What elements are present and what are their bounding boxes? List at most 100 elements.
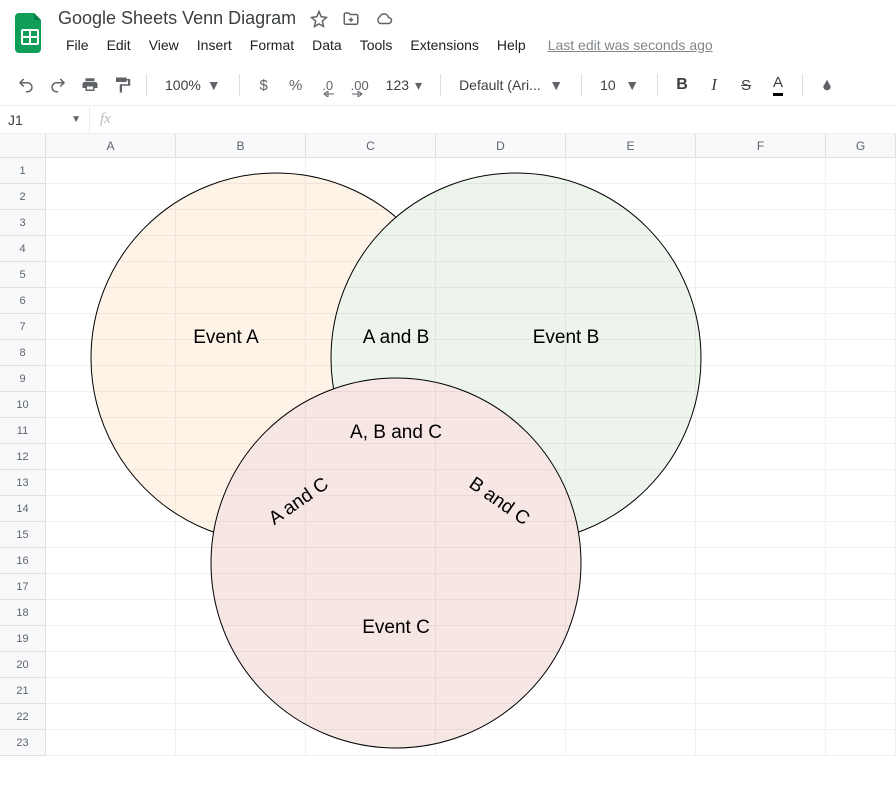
cell[interactable] bbox=[46, 340, 176, 366]
cell[interactable] bbox=[826, 288, 896, 314]
cell[interactable] bbox=[46, 262, 176, 288]
cell-grid[interactable] bbox=[46, 158, 896, 756]
font-select[interactable]: Default (Ari...▼ bbox=[451, 71, 571, 99]
cell[interactable] bbox=[826, 730, 896, 756]
row-header[interactable]: 19 bbox=[0, 626, 46, 652]
cell[interactable] bbox=[436, 496, 566, 522]
cell[interactable] bbox=[566, 626, 696, 652]
cell[interactable] bbox=[306, 626, 436, 652]
cell[interactable] bbox=[306, 210, 436, 236]
cell[interactable] bbox=[826, 600, 896, 626]
row-header[interactable]: 4 bbox=[0, 236, 46, 262]
row-header[interactable]: 22 bbox=[0, 704, 46, 730]
cell[interactable] bbox=[566, 210, 696, 236]
cell[interactable] bbox=[176, 626, 306, 652]
cell[interactable] bbox=[176, 548, 306, 574]
cell[interactable] bbox=[306, 704, 436, 730]
cell[interactable] bbox=[46, 392, 176, 418]
row-header[interactable]: 23 bbox=[0, 730, 46, 756]
cell[interactable] bbox=[46, 678, 176, 704]
cell[interactable] bbox=[826, 548, 896, 574]
cell[interactable] bbox=[176, 652, 306, 678]
cell[interactable] bbox=[566, 704, 696, 730]
cell[interactable] bbox=[306, 600, 436, 626]
cell[interactable] bbox=[696, 288, 826, 314]
increase-decimal-button[interactable]: .00 bbox=[346, 71, 374, 99]
cell[interactable] bbox=[436, 626, 566, 652]
column-header[interactable]: A bbox=[46, 134, 176, 158]
column-header[interactable]: G bbox=[826, 134, 896, 158]
cell[interactable] bbox=[306, 184, 436, 210]
cell[interactable] bbox=[826, 158, 896, 184]
cell[interactable] bbox=[46, 496, 176, 522]
row-header[interactable]: 1 bbox=[0, 158, 46, 184]
font-size-select[interactable]: 10▼ bbox=[592, 71, 647, 99]
row-header[interactable]: 2 bbox=[0, 184, 46, 210]
cell[interactable] bbox=[306, 158, 436, 184]
cell[interactable] bbox=[826, 496, 896, 522]
formula-bar[interactable]: fx bbox=[90, 111, 121, 128]
redo-button[interactable] bbox=[44, 71, 72, 99]
cell[interactable] bbox=[306, 444, 436, 470]
cell[interactable] bbox=[826, 470, 896, 496]
cell[interactable] bbox=[826, 678, 896, 704]
cell[interactable] bbox=[306, 652, 436, 678]
row-header[interactable]: 6 bbox=[0, 288, 46, 314]
cell[interactable] bbox=[306, 418, 436, 444]
cell[interactable] bbox=[436, 314, 566, 340]
document-title[interactable]: Google Sheets Venn Diagram bbox=[58, 8, 296, 29]
cell[interactable] bbox=[696, 184, 826, 210]
cell[interactable] bbox=[436, 262, 566, 288]
fill-color-button[interactable] bbox=[813, 71, 841, 99]
cell[interactable] bbox=[436, 418, 566, 444]
cell[interactable] bbox=[566, 158, 696, 184]
cell[interactable] bbox=[436, 158, 566, 184]
row-header[interactable]: 11 bbox=[0, 418, 46, 444]
cell[interactable] bbox=[306, 288, 436, 314]
column-header[interactable]: C bbox=[306, 134, 436, 158]
cell[interactable] bbox=[46, 652, 176, 678]
row-header[interactable]: 18 bbox=[0, 600, 46, 626]
row-header[interactable]: 17 bbox=[0, 574, 46, 600]
cell[interactable] bbox=[696, 158, 826, 184]
cell[interactable] bbox=[436, 678, 566, 704]
menu-data[interactable]: Data bbox=[304, 33, 350, 57]
decrease-decimal-button[interactable]: .0 bbox=[314, 71, 342, 99]
cell[interactable] bbox=[696, 392, 826, 418]
column-header[interactable]: D bbox=[436, 134, 566, 158]
cell[interactable] bbox=[566, 574, 696, 600]
cell[interactable] bbox=[436, 730, 566, 756]
cell[interactable] bbox=[46, 418, 176, 444]
cell[interactable] bbox=[696, 470, 826, 496]
cell[interactable] bbox=[826, 184, 896, 210]
menu-view[interactable]: View bbox=[141, 33, 187, 57]
cell[interactable] bbox=[566, 418, 696, 444]
cell[interactable] bbox=[306, 548, 436, 574]
row-header[interactable]: 21 bbox=[0, 678, 46, 704]
cell[interactable] bbox=[176, 184, 306, 210]
cloud-status-icon[interactable] bbox=[374, 10, 394, 28]
cell[interactable] bbox=[826, 392, 896, 418]
cell[interactable] bbox=[46, 730, 176, 756]
cell[interactable] bbox=[436, 210, 566, 236]
cell[interactable] bbox=[826, 314, 896, 340]
cell[interactable] bbox=[176, 262, 306, 288]
format-currency-button[interactable]: $ bbox=[250, 71, 278, 99]
cell[interactable] bbox=[176, 730, 306, 756]
cell[interactable] bbox=[696, 236, 826, 262]
text-color-button[interactable]: A bbox=[764, 71, 792, 99]
cell[interactable] bbox=[826, 574, 896, 600]
cell[interactable] bbox=[306, 678, 436, 704]
menu-file[interactable]: File bbox=[58, 33, 97, 57]
cell[interactable] bbox=[566, 184, 696, 210]
cell[interactable] bbox=[176, 366, 306, 392]
cell[interactable] bbox=[176, 600, 306, 626]
cell[interactable] bbox=[826, 418, 896, 444]
cell[interactable] bbox=[176, 574, 306, 600]
row-header[interactable]: 12 bbox=[0, 444, 46, 470]
row-header[interactable]: 13 bbox=[0, 470, 46, 496]
name-box[interactable]: J1 ▼ bbox=[0, 106, 90, 133]
cell[interactable] bbox=[566, 340, 696, 366]
row-header[interactable]: 8 bbox=[0, 340, 46, 366]
column-header[interactable]: F bbox=[696, 134, 826, 158]
